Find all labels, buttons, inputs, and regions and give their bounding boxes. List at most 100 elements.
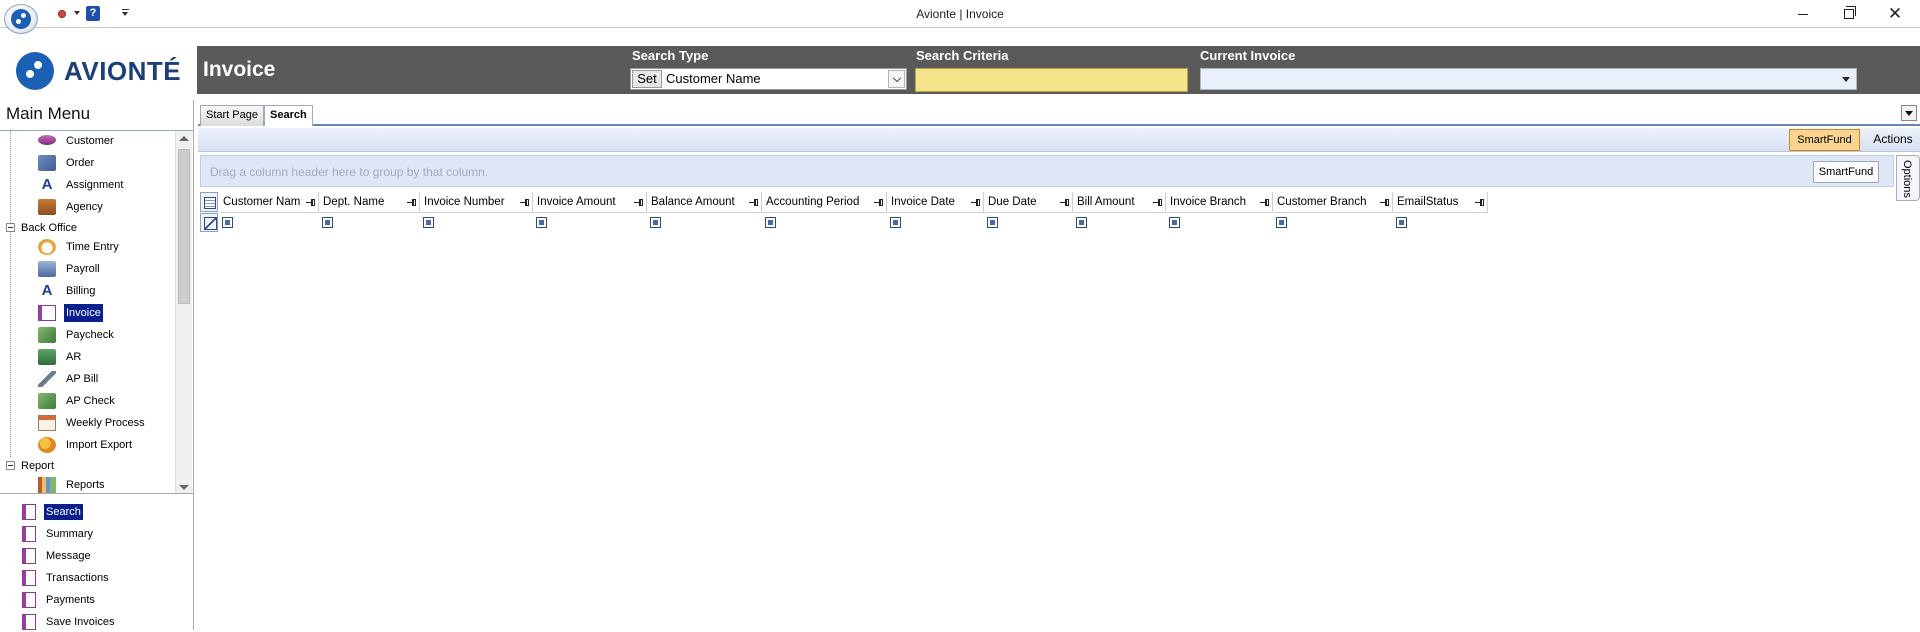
group-by-area[interactable]: Drag a column header here to group by th… bbox=[200, 155, 1894, 187]
search-type-set-button[interactable]: Set bbox=[632, 70, 662, 88]
filter-invoice-number[interactable] bbox=[421, 214, 533, 232]
pin-icon[interactable] bbox=[1060, 199, 1070, 206]
collapse-icon[interactable] bbox=[6, 461, 15, 470]
dropdown-arrow-icon[interactable] bbox=[1842, 77, 1850, 82]
minimize-button[interactable] bbox=[1780, 0, 1826, 28]
summary-page-icon bbox=[22, 526, 36, 542]
column-header-invoice-date[interactable]: Invoice Date bbox=[888, 192, 984, 213]
column-header-label: EmailStatus bbox=[1397, 196, 1459, 208]
column-header-invoice-amount[interactable]: Invoice Amount bbox=[534, 192, 647, 213]
pin-icon[interactable] bbox=[634, 199, 644, 206]
filter-icon[interactable] bbox=[987, 217, 998, 228]
search-criteria-field[interactable] bbox=[915, 68, 1188, 92]
current-invoice-select[interactable] bbox=[1200, 68, 1857, 90]
group-smartfund-button[interactable]: SmartFund bbox=[1813, 161, 1879, 183]
options-side-tab[interactable]: Options bbox=[1896, 155, 1920, 201]
module-header: Invoice Search Type Set Customer Name Se… bbox=[0, 46, 1920, 94]
tab-start-page[interactable]: Start Page bbox=[200, 105, 264, 126]
filter-invoice-amount[interactable] bbox=[534, 214, 647, 232]
column-header-label: Bill Amount bbox=[1077, 196, 1135, 208]
column-header-invoice-number[interactable]: Invoice Number bbox=[421, 192, 533, 213]
search-criteria-input[interactable] bbox=[916, 69, 1187, 91]
main-menu-tree: Customer Order A Assignment Agency Back … bbox=[0, 130, 193, 494]
sub-item-summary[interactable]: Summary bbox=[0, 524, 193, 544]
tab-list-dropdown-icon[interactable] bbox=[1901, 105, 1917, 121]
agency-icon bbox=[38, 199, 56, 215]
restore-button[interactable] bbox=[1826, 0, 1872, 28]
menu-item-label: Paycheck bbox=[66, 329, 114, 341]
column-header-email-status[interactable]: EmailStatus bbox=[1394, 192, 1488, 213]
column-header-balance-amount[interactable]: Balance Amount bbox=[648, 192, 762, 213]
filter-icon[interactable] bbox=[890, 217, 901, 228]
menu-scrollbar[interactable] bbox=[175, 131, 192, 493]
filter-icon[interactable] bbox=[650, 217, 661, 228]
column-header-bill-amount[interactable]: Bill Amount bbox=[1074, 192, 1166, 213]
pin-icon[interactable] bbox=[874, 199, 884, 206]
actions-menu-button[interactable]: Actions bbox=[1868, 129, 1918, 151]
menu-item-label: AP Bill bbox=[66, 373, 99, 385]
pin-icon[interactable] bbox=[306, 199, 316, 206]
clear-filter-icon[interactable] bbox=[200, 213, 218, 232]
pin-icon[interactable] bbox=[1153, 199, 1163, 206]
filter-invoice-date[interactable] bbox=[888, 214, 984, 232]
column-header-accounting-period[interactable]: Accounting Period bbox=[763, 192, 887, 213]
column-header-customer-branch[interactable]: Customer Branch bbox=[1274, 192, 1393, 213]
reports-icon bbox=[38, 477, 56, 493]
column-header-dept-name[interactable]: Dept. Name bbox=[320, 192, 420, 213]
tab-search[interactable]: Search bbox=[264, 105, 313, 126]
filter-balance-amount[interactable] bbox=[648, 214, 762, 232]
scroll-thumb[interactable] bbox=[178, 149, 190, 304]
sub-item-message[interactable]: Message bbox=[0, 546, 193, 566]
filter-dept-name[interactable] bbox=[320, 214, 420, 232]
collapse-icon[interactable] bbox=[6, 223, 15, 232]
sub-item-payments[interactable]: Payments bbox=[0, 590, 193, 610]
filter-accounting-period[interactable] bbox=[763, 214, 887, 232]
column-header-label: Customer Branch bbox=[1277, 196, 1367, 208]
column-header-customer-name[interactable]: Customer Nam bbox=[220, 192, 319, 213]
close-button[interactable]: ✕ bbox=[1872, 0, 1918, 28]
app-menu-orb-icon[interactable] bbox=[4, 4, 38, 34]
time-entry-icon bbox=[38, 239, 56, 255]
filter-invoice-branch[interactable] bbox=[1167, 214, 1273, 232]
filter-icon[interactable] bbox=[222, 217, 233, 228]
pin-icon[interactable] bbox=[1380, 199, 1390, 206]
column-chooser-icon[interactable] bbox=[200, 192, 218, 212]
module-title: Invoice bbox=[203, 58, 276, 81]
smartfund-button[interactable]: SmartFund bbox=[1789, 129, 1860, 151]
filter-customer-branch[interactable] bbox=[1274, 214, 1393, 232]
sub-item-save-invoices[interactable]: Save Invoices bbox=[0, 612, 193, 632]
filter-icon[interactable] bbox=[322, 217, 333, 228]
sub-item-label: Message bbox=[46, 550, 91, 562]
search-type-select[interactable]: Set Customer Name bbox=[630, 68, 907, 90]
pin-icon[interactable] bbox=[1475, 199, 1485, 206]
filter-icon[interactable] bbox=[423, 217, 434, 228]
main-menu-sidebar: Main Menu Customer Order A Assignment Ag… bbox=[0, 100, 194, 630]
menu-item-label: Customer bbox=[66, 135, 114, 147]
column-header-label: Due Date bbox=[988, 196, 1037, 208]
pin-icon[interactable] bbox=[520, 199, 530, 206]
pin-icon[interactable] bbox=[749, 199, 759, 206]
scroll-down-icon[interactable] bbox=[179, 485, 189, 490]
pin-icon[interactable] bbox=[971, 199, 981, 206]
filter-icon[interactable] bbox=[1396, 217, 1407, 228]
chevron-down-icon[interactable] bbox=[888, 70, 905, 88]
pin-icon[interactable] bbox=[1260, 199, 1270, 206]
column-header-label: Invoice Branch bbox=[1170, 196, 1247, 208]
column-header-invoice-branch[interactable]: Invoice Branch bbox=[1167, 192, 1273, 213]
group-by-hint: Drag a column header here to group by th… bbox=[210, 165, 489, 179]
pin-icon[interactable] bbox=[407, 199, 417, 206]
filter-customer-name[interactable] bbox=[220, 214, 319, 232]
filter-icon[interactable] bbox=[1276, 217, 1287, 228]
column-header-due-date[interactable]: Due Date bbox=[985, 192, 1073, 213]
filter-icon[interactable] bbox=[1169, 217, 1180, 228]
filter-bill-amount[interactable] bbox=[1074, 214, 1166, 232]
weekly-process-icon bbox=[38, 415, 56, 431]
filter-icon[interactable] bbox=[765, 217, 776, 228]
filter-email-status[interactable] bbox=[1394, 214, 1488, 232]
filter-icon[interactable] bbox=[536, 217, 547, 228]
sub-item-search[interactable]: Search bbox=[0, 502, 193, 522]
sub-item-transactions[interactable]: Transactions bbox=[0, 568, 193, 588]
scroll-up-icon[interactable] bbox=[179, 136, 189, 141]
filter-icon[interactable] bbox=[1076, 217, 1087, 228]
filter-due-date[interactable] bbox=[985, 214, 1073, 232]
